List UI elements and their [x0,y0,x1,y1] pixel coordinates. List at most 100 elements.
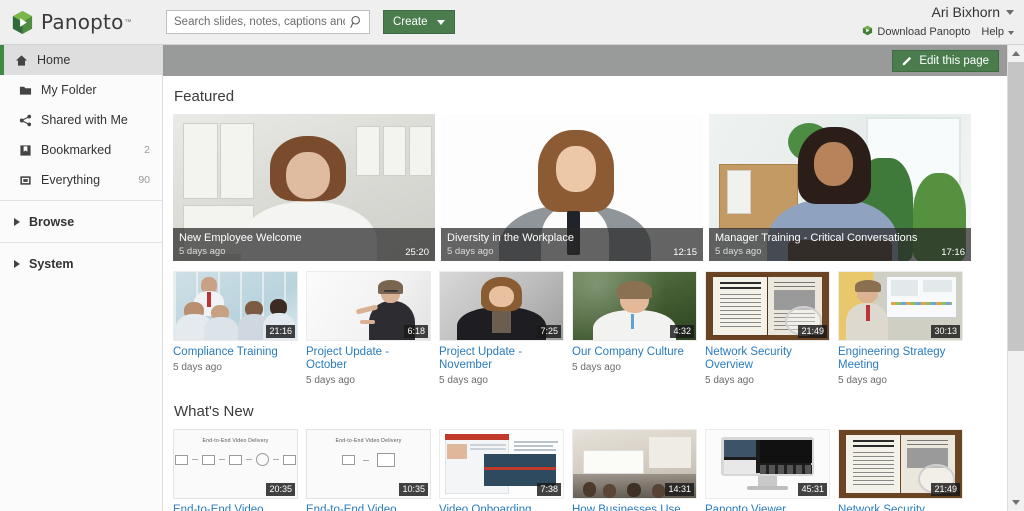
video-card-title[interactable]: Our Company Culture [572,346,697,359]
video-thumbnail[interactable]: 21:16 [173,271,298,341]
help-menu-button[interactable]: Help [981,26,1014,39]
video-duration-badge: 6:18 [404,325,428,338]
video-card[interactable]: 6:18 Project Update - October 5 days ago [306,271,431,386]
sidebar-item-my-folder[interactable]: My Folder [0,75,162,105]
scrollbar-thumb[interactable] [1008,62,1024,351]
featured-card-title: Manager Training - Critical Conversation… [715,231,965,245]
featured-row: New Employee Welcome 5 days ago 25:20 [173,114,1007,261]
video-card-title[interactable]: How Businesses Use Panopto [572,504,697,511]
video-card-title[interactable]: Project Update - November [439,346,564,372]
sidebar-item-home-label: Home [37,53,150,67]
featured-card-overlay: Manager Training - Critical Conversation… [709,228,971,261]
help-label: Help [981,26,1004,39]
video-duration-badge: 7:25 [537,325,561,338]
video-card-date: 5 days ago [572,362,697,373]
video-thumbnail[interactable]: 21:49 [705,271,830,341]
user-name-label: Ari Bixhorn [932,4,1000,20]
video-card-title[interactable]: Project Update - October [306,346,431,372]
sidebar-group-system[interactable]: System [0,248,162,279]
video-card-title[interactable]: Network Security [838,504,963,511]
search-box[interactable] [166,10,370,34]
video-card[interactable]: End-to-End Video Delivery 10:35 End-to-E… [306,429,431,511]
featured-card-duration: 17:16 [941,247,965,258]
featured-section-title: Featured [174,88,1007,105]
video-thumbnail[interactable]: 6:18 [306,271,431,341]
panopto-logo[interactable]: Panopto ™ [0,10,155,35]
video-card[interactable]: End-to-End Video Delivery 20:35 End-to-E… [173,429,298,511]
sidebar-item-home[interactable]: Home [0,45,162,75]
user-menu-button[interactable]: Ari Bixhorn [932,4,1014,20]
panopto-logo-text: Panopto [41,10,124,34]
video-card[interactable]: 21:49 Network Security Overview 5 days a… [705,271,830,386]
video-card-title[interactable]: Panopto Viewer [705,504,830,511]
video-card-title[interactable]: End-to-End Video Delivery [306,504,431,511]
video-thumbnail[interactable]: 30:13 [838,271,963,341]
video-card[interactable]: 14:31 How Businesses Use Panopto [572,429,697,511]
video-thumbnail[interactable]: 45:31 [705,429,830,499]
featured-card[interactable]: Manager Training - Critical Conversation… [709,114,971,261]
video-card[interactable]: 30:13 Engineering Strategy Meeting 5 day… [838,271,963,386]
video-card[interactable]: 21:49 Network Security [838,429,963,511]
create-button[interactable]: Create [383,10,455,34]
video-card-title[interactable]: Engineering Strategy Meeting [838,346,963,372]
featured-card-duration: 25:20 [405,247,429,258]
video-card-date: 5 days ago [838,375,963,386]
app-header: Panopto ™ Create Ari Bixhorn [0,0,1024,45]
scroll-up-button[interactable] [1008,45,1024,62]
share-icon [18,113,33,127]
video-card[interactable]: 21:16 Compliance Training 5 days ago [173,271,298,386]
video-card-title[interactable]: Compliance Training [173,346,298,359]
video-thumbnail[interactable]: 14:31 [572,429,697,499]
create-button-label: Create [393,16,428,28]
featured-card-duration: 12:15 [673,247,697,258]
video-thumbnail[interactable]: 7:25 [439,271,564,341]
featured-card[interactable]: New Employee Welcome 5 days ago 25:20 [173,114,435,261]
scrollbar-track[interactable] [1008,62,1024,494]
edit-this-page-label: Edit this page [919,55,989,67]
video-card-date: 5 days ago [705,375,830,386]
sidebar-item-bookmarked[interactable]: Bookmarked 2 [0,135,162,165]
bookmark-icon [18,143,33,157]
everything-icon [18,173,33,187]
sidebar-item-everything[interactable]: Everything 90 [0,165,162,195]
video-card[interactable]: 45:31 Panopto Viewer [705,429,830,511]
video-card[interactable]: 4:32 Our Company Culture 5 days ago [572,271,697,386]
video-card-title[interactable]: Network Security Overview [705,346,830,372]
video-card[interactable]: 7:25 Project Update - November 5 days ag… [439,271,564,386]
video-card[interactable]: 7:38 Video Onboarding [439,429,564,511]
header-sub-links: Download Panopto Help [862,25,1014,40]
video-thumbnail[interactable]: End-to-End Video Delivery 20:35 [173,429,298,499]
app-body: Home My Folder Shared with M [0,45,1024,511]
triangle-right-icon [14,260,20,268]
video-duration-badge: 21:49 [931,483,960,496]
video-thumbnail[interactable]: End-to-End Video Delivery 10:35 [306,429,431,499]
main-content: Edit this page Featured [163,45,1007,511]
video-thumbnail[interactable]: 21:49 [838,429,963,499]
chevron-down-icon [1008,31,1014,35]
edit-this-page-button[interactable]: Edit this page [892,50,999,72]
video-card-title[interactable]: Video Onboarding [439,504,564,511]
featured-card-overlay: Diversity in the Workplace 5 days ago 12… [441,228,703,261]
video-duration-badge: 7:38 [537,483,561,496]
video-thumbnail[interactable]: 7:38 [439,429,564,499]
sidebar-item-everything-label: Everything [41,173,138,187]
folder-icon [18,83,33,97]
content-scroll-area: Featured [163,76,1007,511]
featured-card[interactable]: Diversity in the Workplace 5 days ago 12… [441,114,703,261]
search-input[interactable] [166,10,370,34]
vertical-scrollbar[interactable] [1007,45,1024,511]
video-duration-badge: 14:31 [665,483,694,496]
slide-heading: End-to-End Video Delivery [202,438,268,444]
video-card-title[interactable]: End-to-End Video Delivery [173,504,298,511]
whats-new-row: End-to-End Video Delivery 20:35 End-to-E… [173,429,1007,511]
sidebar-group-browse[interactable]: Browse [0,206,162,237]
scroll-up-icon [1012,51,1020,56]
scroll-down-button[interactable] [1008,494,1024,511]
sidebar-item-shared-with-me-label: Shared with Me [41,113,150,127]
scroll-down-icon [1012,500,1020,505]
panopto-logo-icon [11,10,34,35]
sidebar-item-shared-with-me[interactable]: Shared with Me [0,105,162,135]
video-thumbnail[interactable]: 4:32 [572,271,697,341]
trademark-mark: ™ [125,19,132,26]
download-panopto-link[interactable]: Download Panopto [862,25,970,40]
